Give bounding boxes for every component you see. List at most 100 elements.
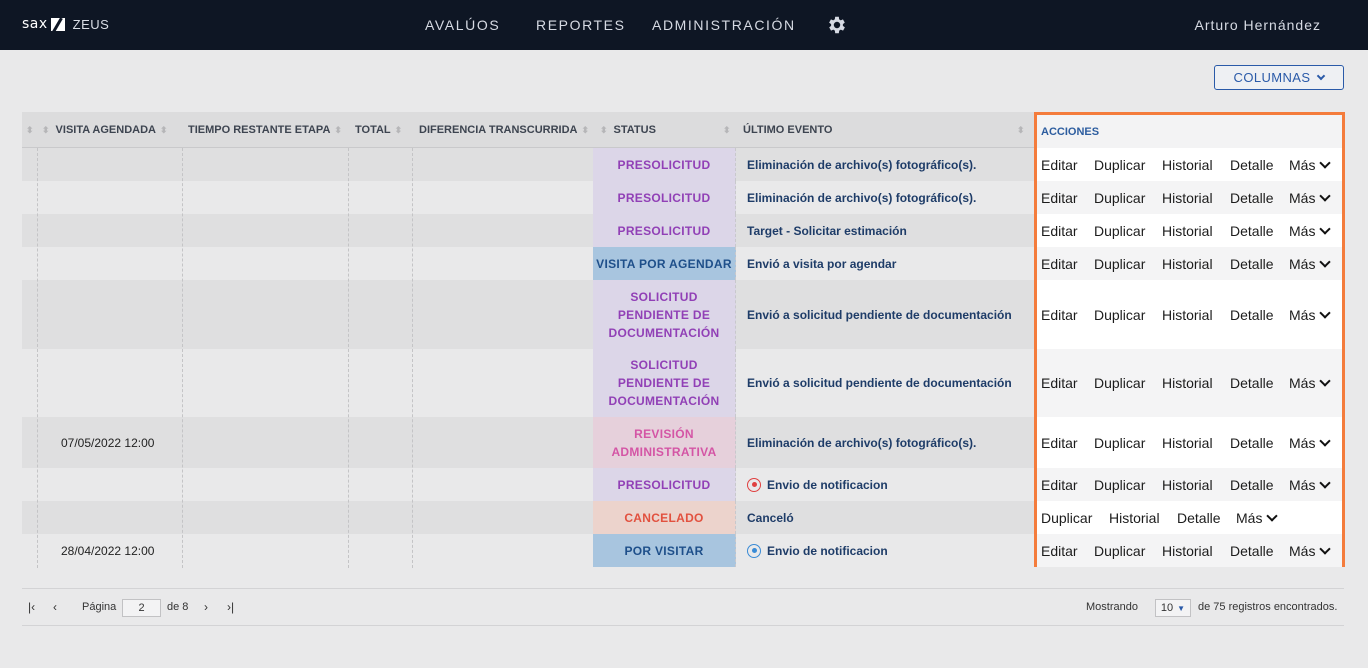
nav-administracion[interactable]: ADMINISTRACIÓN: [652, 17, 796, 33]
table-row[interactable]: 28/04/2022 12:00 POR VISITAR Envio de noti…: [22, 534, 1034, 567]
col-tiempo-restante[interactable]: TIEMPO RESTANTE ETAPA ⬍: [188, 112, 342, 148]
status-badge: PRESOLICITUD: [593, 468, 736, 501]
cell-ultimo-evento: Envió a solicitud pendiente de documenta…: [747, 280, 1012, 349]
table-row[interactable]: PRESOLICITUD Eliminación de archivo(s) fo…: [22, 148, 1034, 181]
history-button[interactable]: Historial: [1109, 510, 1160, 526]
next-page-icon[interactable]: ›: [204, 600, 208, 614]
cell-ultimo-evento: Eliminación de archivo(s) fotográfico(s)…: [747, 148, 976, 181]
detail-button[interactable]: Detalle: [1230, 190, 1274, 206]
duplicate-button[interactable]: Duplicar: [1094, 543, 1145, 559]
history-button[interactable]: Historial: [1162, 307, 1213, 323]
chevron-down-icon: [1266, 509, 1279, 522]
table-row[interactable]: PRESOLICITUD Target - Solicitar estimació…: [22, 214, 1034, 247]
detail-button[interactable]: Detalle: [1230, 157, 1274, 173]
detail-button[interactable]: Detalle: [1230, 375, 1274, 391]
history-button[interactable]: Historial: [1162, 435, 1213, 451]
table-row[interactable]: 07/05/2022 12:00 REVISIÓN ADMINISTRATIVA E…: [22, 417, 1034, 468]
edit-button[interactable]: Editar: [1041, 190, 1078, 206]
table-row[interactable]: PRESOLICITUD Envio de notificacion: [22, 468, 1034, 501]
edit-button[interactable]: Editar: [1041, 256, 1078, 272]
table-row[interactable]: SOLICITUD PENDIENTE DE DOCUMENTACIÓN Envi…: [22, 280, 1034, 349]
duplicate-button[interactable]: Duplicar: [1094, 157, 1145, 173]
sort-icon[interactable]: ⬍: [1013, 112, 1025, 148]
page-total: de 8: [167, 601, 189, 613]
columns-button[interactable]: COLUMNAS: [1214, 65, 1344, 90]
col-ultimo-evento[interactable]: ÚLTIMO EVENTO: [743, 112, 832, 148]
more-button[interactable]: Más: [1289, 189, 1332, 206]
nav-reportes[interactable]: REPORTES: [536, 17, 626, 33]
col-total[interactable]: TOTAL ⬍: [355, 112, 402, 148]
duplicate-button[interactable]: Duplicar: [1094, 307, 1145, 323]
detail-button[interactable]: Detalle: [1230, 543, 1274, 559]
detail-button[interactable]: Detalle: [1230, 256, 1274, 272]
user-menu[interactable]: Arturo Hernández: [1194, 17, 1321, 33]
duplicate-button[interactable]: Duplicar: [1041, 510, 1092, 526]
showing-label: Mostrando: [1086, 601, 1138, 613]
last-page-icon[interactable]: ›|: [227, 600, 234, 614]
table-row[interactable]: SOLICITUD PENDIENTE DE DOCUMENTACIÓN Envi…: [22, 349, 1034, 417]
page-size-select[interactable]: 10 ▼: [1155, 599, 1191, 617]
history-button[interactable]: Historial: [1162, 256, 1213, 272]
history-button[interactable]: Historial: [1162, 223, 1213, 239]
edit-button[interactable]: Editar: [1041, 223, 1078, 239]
more-button[interactable]: Más: [1289, 223, 1332, 239]
edit-button[interactable]: Editar: [1041, 307, 1078, 323]
duplicate-button[interactable]: Duplicar: [1094, 435, 1145, 451]
cell-visita-agendada: 28/04/2022 12:00: [61, 543, 155, 558]
more-button[interactable]: Más: [1289, 477, 1332, 493]
edit-button[interactable]: Editar: [1041, 375, 1078, 391]
sort-icon[interactable]: ⬍: [22, 112, 34, 148]
table-row[interactable]: CANCELADO Canceló: [22, 501, 1034, 534]
table-row[interactable]: VISITA POR AGENDAR Envió a visita por age…: [22, 247, 1034, 280]
detail-button[interactable]: Detalle: [1177, 510, 1221, 526]
duplicate-button[interactable]: Duplicar: [1094, 223, 1145, 239]
sort-icon[interactable]: ⬍: [719, 112, 731, 148]
event-text: Envio de notificacion: [767, 477, 888, 492]
more-button[interactable]: Más: [1289, 543, 1332, 559]
edit-button[interactable]: Editar: [1041, 477, 1078, 493]
prev-page-icon[interactable]: ‹: [53, 600, 57, 614]
status-badge: SOLICITUD PENDIENTE DE DOCUMENTACIÓN: [593, 349, 736, 417]
history-button[interactable]: Historial: [1162, 477, 1213, 493]
more-button[interactable]: Más: [1289, 375, 1332, 391]
duplicate-button[interactable]: Duplicar: [1094, 190, 1145, 206]
detail-button[interactable]: Detalle: [1230, 307, 1274, 323]
event-text: Eliminación de archivo(s) fotográfico(s)…: [747, 435, 977, 450]
detail-button[interactable]: Detalle: [1230, 223, 1274, 239]
col-status[interactable]: ⬍ STATUS: [600, 112, 656, 148]
nav-avaluos[interactable]: AVALÚOS: [425, 17, 500, 33]
duplicate-button[interactable]: Duplicar: [1094, 477, 1145, 493]
gear-icon[interactable]: [826, 14, 848, 36]
edit-button[interactable]: Editar: [1041, 157, 1078, 173]
history-button[interactable]: Historial: [1162, 375, 1213, 391]
edit-button[interactable]: Editar: [1041, 543, 1078, 559]
chevron-down-icon: [1319, 189, 1332, 202]
table-row[interactable]: PRESOLICITUD Eliminación de archivo(s) fo…: [22, 181, 1034, 214]
more-button[interactable]: Más: [1236, 509, 1279, 526]
more-button[interactable]: Más: [1289, 157, 1332, 173]
more-button[interactable]: Más: [1289, 256, 1332, 272]
status-badge: SOLICITUD PENDIENTE DE DOCUMENTACIÓN: [593, 280, 736, 349]
first-page-icon[interactable]: |‹: [28, 600, 35, 614]
status-badge: POR VISITAR: [593, 534, 736, 567]
actions-row: Editar Duplicar Historial Detalle Más: [1037, 417, 1342, 468]
edit-button[interactable]: Editar: [1041, 435, 1078, 451]
col-visita-agendada[interactable]: ⬍ VISITA AGENDADA ⬍: [42, 112, 168, 148]
cell-ultimo-evento: Eliminación de archivo(s) fotográfico(s)…: [747, 181, 976, 214]
status-badge: PRESOLICITUD: [593, 181, 736, 214]
history-button[interactable]: Historial: [1162, 190, 1213, 206]
history-button[interactable]: Historial: [1162, 157, 1213, 173]
page-input[interactable]: 2: [122, 599, 161, 617]
brand[interactable]: sax ZEUS: [22, 16, 109, 32]
target-icon: [747, 543, 761, 558]
event-text: Canceló: [747, 510, 794, 525]
detail-button[interactable]: Detalle: [1230, 435, 1274, 451]
actions-row: Editar Duplicar Historial Detalle Más: [1037, 214, 1342, 247]
detail-button[interactable]: Detalle: [1230, 477, 1274, 493]
duplicate-button[interactable]: Duplicar: [1094, 256, 1145, 272]
col-diferencia[interactable]: DIFERENCIA TRANSCURRIDA ⬍: [419, 112, 589, 148]
history-button[interactable]: Historial: [1162, 543, 1213, 559]
duplicate-button[interactable]: Duplicar: [1094, 375, 1145, 391]
more-button[interactable]: Más: [1289, 435, 1332, 451]
more-button[interactable]: Más: [1289, 307, 1332, 323]
